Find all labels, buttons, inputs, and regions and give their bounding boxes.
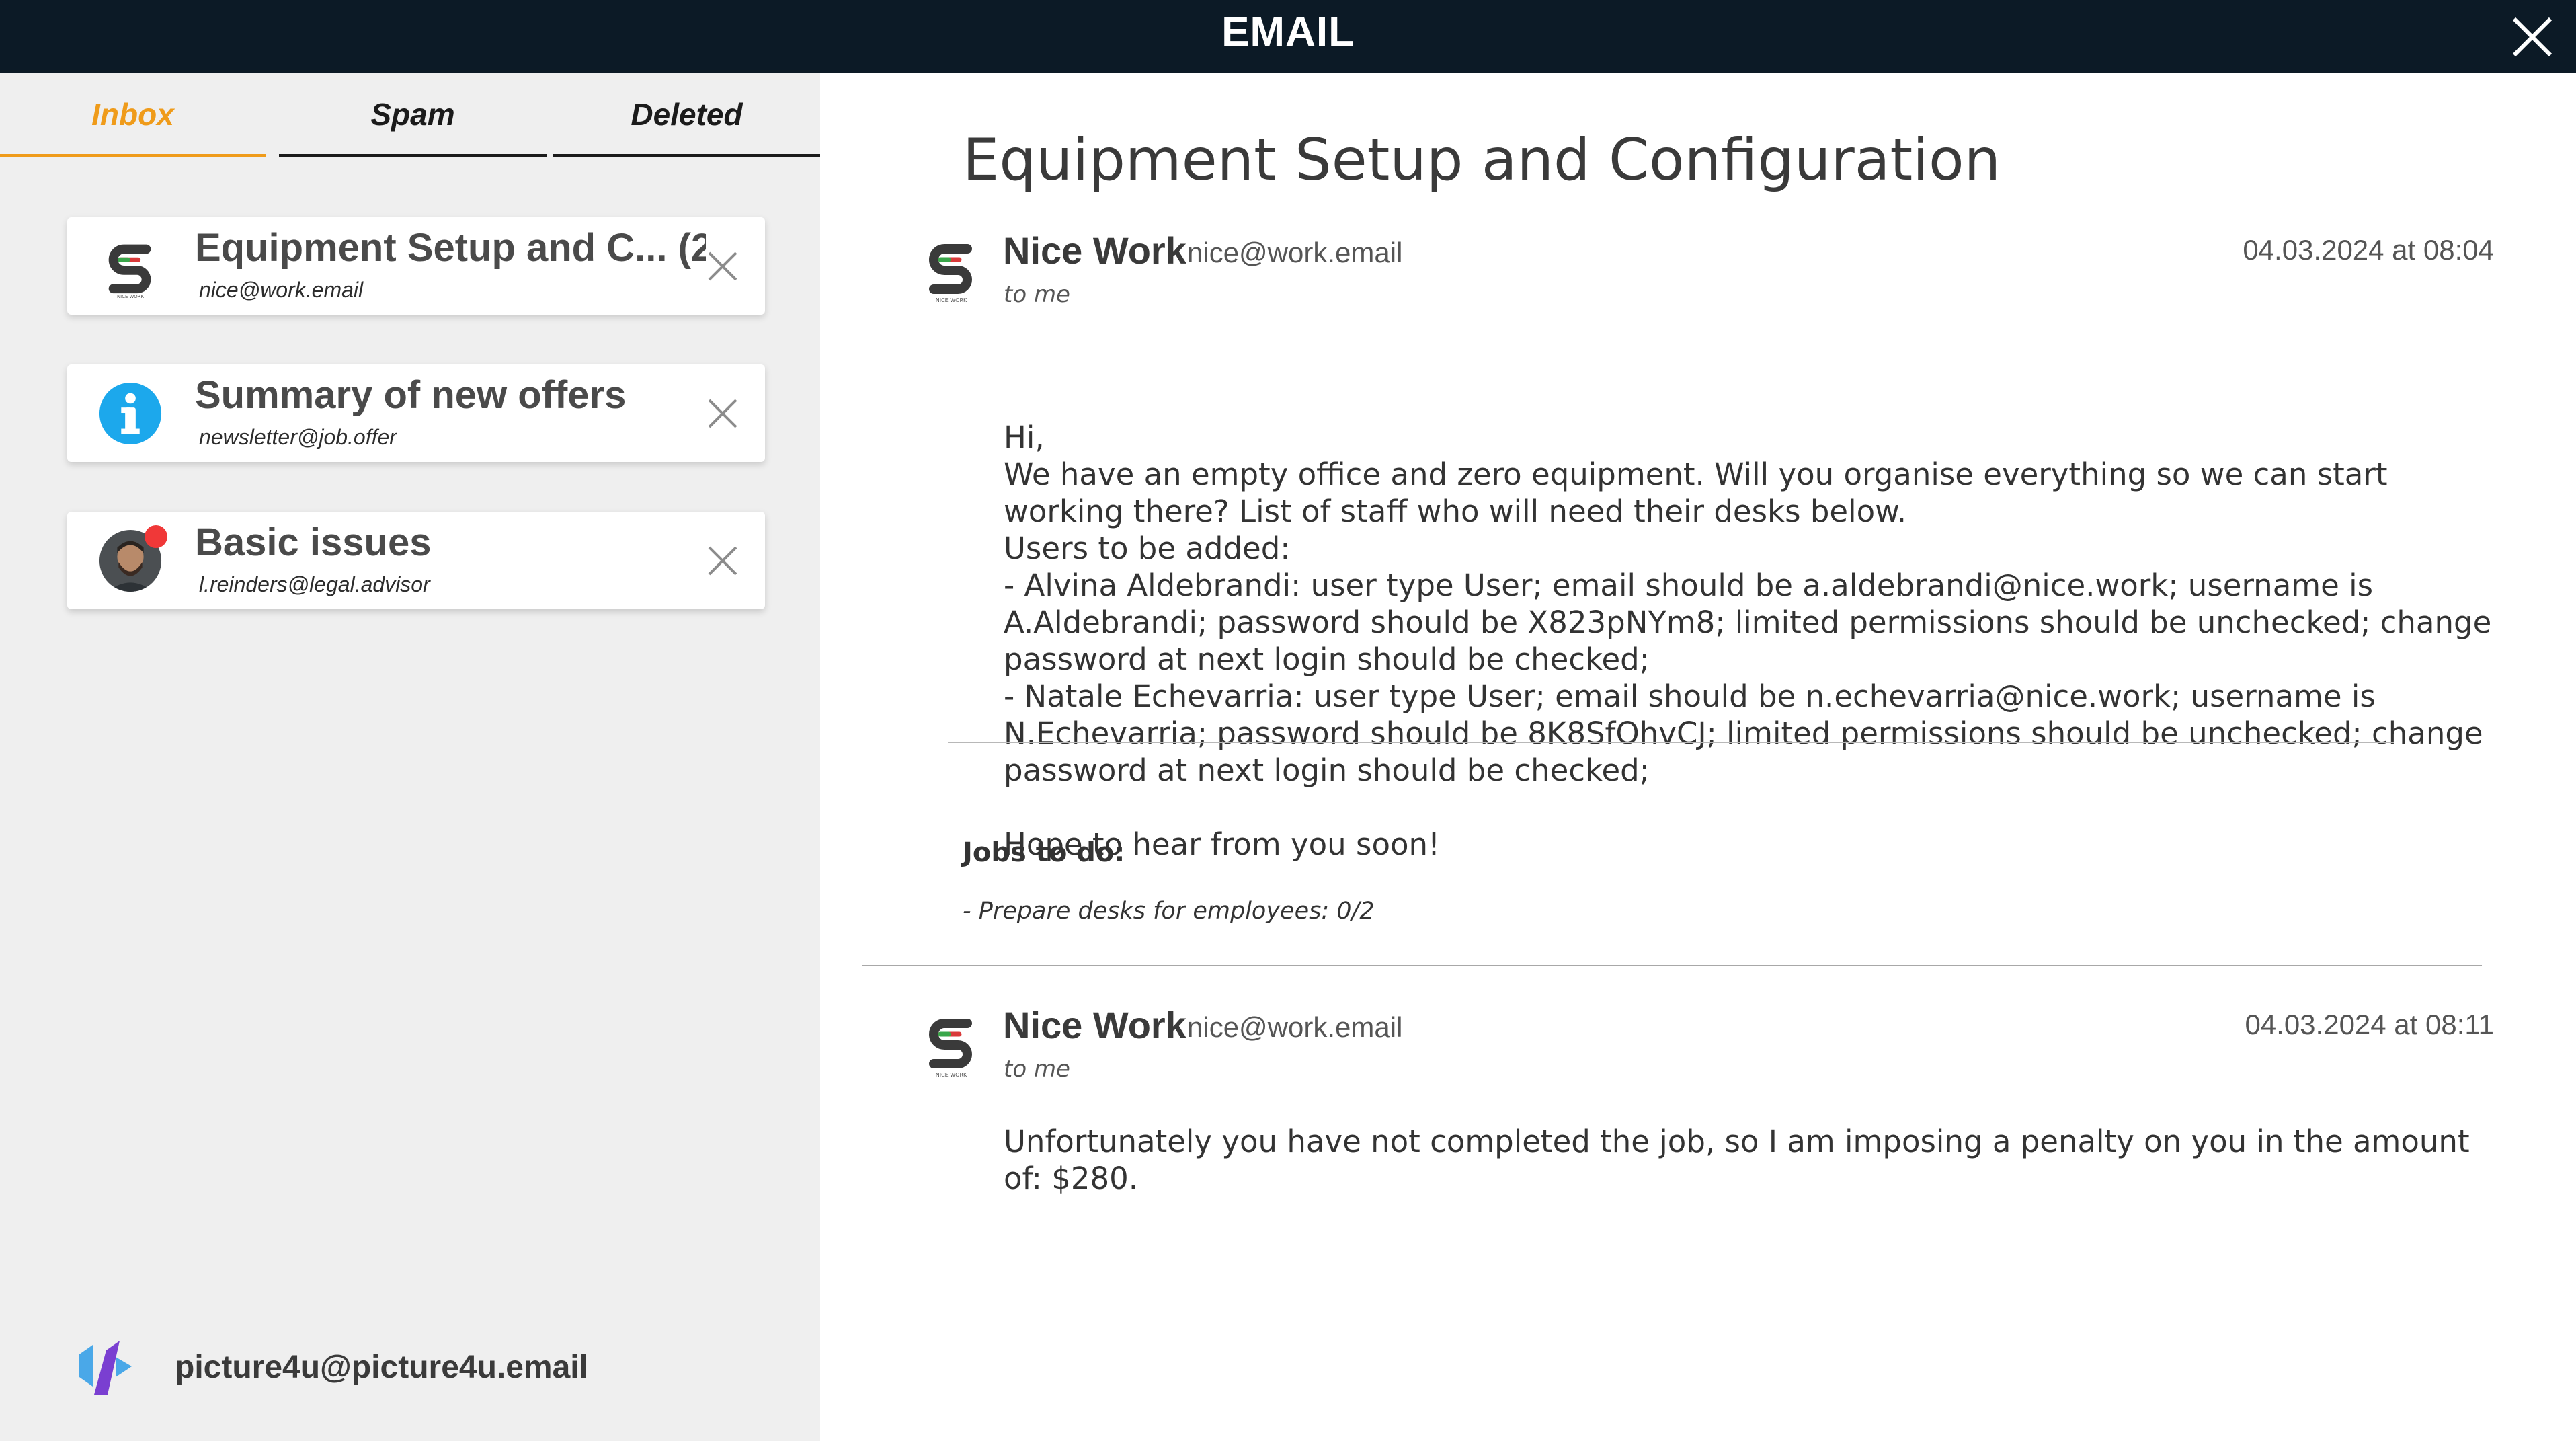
close-icon xyxy=(708,251,737,281)
mail-subject: Summary of new offers xyxy=(195,373,627,417)
tab-inbox[interactable]: Inbox xyxy=(0,73,266,157)
nice-work-logo: NICE WORK xyxy=(97,233,163,299)
sender-name: Nice Work xyxy=(1003,1004,1186,1046)
title-bar: EMAIL xyxy=(0,0,2576,73)
job-item: - Prepare desks for employees: 0/2 xyxy=(963,898,1375,925)
email-subject: Equipment Setup and Configuration xyxy=(963,126,2001,194)
close-icon xyxy=(2512,17,2552,57)
recipient: to me xyxy=(1004,281,1070,308)
delete-mail-button[interactable] xyxy=(704,247,741,285)
message-date: 04.03.2024 at 08:11 xyxy=(2245,1009,2494,1040)
divider xyxy=(948,742,2394,743)
mail-subject: Equipment Setup and C... (2) xyxy=(195,226,706,270)
sender-name: Nice Work xyxy=(1003,229,1186,272)
mail-sender: nice@work.email xyxy=(199,278,364,302)
jobs-title: Jobs to do: xyxy=(963,837,1125,868)
close-icon xyxy=(708,546,737,576)
mail-list: NICE WORK Equipment Setup and C... (2) n… xyxy=(67,217,766,659)
mail-item-basic-issues[interactable]: Basic issues l.reinders@legal.advisor xyxy=(67,512,765,609)
unread-indicator xyxy=(145,525,167,548)
message-divider xyxy=(862,965,2482,966)
account-email: picture4u@picture4u.email xyxy=(175,1350,588,1385)
svg-text:NICE WORK: NICE WORK xyxy=(936,297,967,303)
body-line: - Natale Echevarria: user type User; ema… xyxy=(1004,678,2483,788)
sender-email: nice@work.email xyxy=(1187,237,1403,268)
svg-text:NICE WORK: NICE WORK xyxy=(117,294,144,299)
body-line: Hope to hear from you soon! xyxy=(1004,826,1441,862)
delete-mail-button[interactable] xyxy=(704,542,741,580)
delete-mail-button[interactable] xyxy=(704,395,741,432)
sidebar: Inbox Spam Deleted NICE WORK Equipment S… xyxy=(0,73,820,1441)
recipient: to me xyxy=(1004,1056,1070,1083)
mail-item-summary-offers[interactable]: Summary of new offers newsletter@job.off… xyxy=(67,364,765,462)
body-line: Users to be added: xyxy=(1004,531,1291,566)
nice-work-logo: NICE WORK xyxy=(918,1009,985,1079)
info-icon xyxy=(97,381,163,446)
tab-spam[interactable]: Spam xyxy=(279,73,547,157)
mail-subject: Basic issues xyxy=(195,520,432,564)
sender-email: nice@work.email xyxy=(1187,1011,1403,1043)
body-line: - Alvina Aldebrandi: user type User; ema… xyxy=(1004,568,2492,677)
message-body: Unfortunately you have not completed the… xyxy=(1004,1123,2496,1197)
mail-sender: newsletter@job.offer xyxy=(199,425,397,449)
mail-item-equipment-setup[interactable]: NICE WORK Equipment Setup and C... (2) n… xyxy=(67,217,765,315)
body-line: Unfortunately you have not completed the… xyxy=(1004,1124,2470,1196)
person-avatar xyxy=(97,525,167,594)
reading-pane: Equipment Setup and Configuration NICE W… xyxy=(820,73,2576,1441)
body-line: Hi, xyxy=(1004,420,1045,455)
svg-text:NICE WORK: NICE WORK xyxy=(936,1072,967,1078)
folder-tabs: Inbox Spam Deleted xyxy=(0,73,820,160)
tab-deleted[interactable]: Deleted xyxy=(553,73,820,157)
mail-sender: l.reinders@legal.advisor xyxy=(199,572,430,596)
message-body: Hi, We have an empty office and zero equ… xyxy=(1004,419,2496,863)
close-button[interactable] xyxy=(2502,7,2563,67)
picture4u-logo xyxy=(67,1330,141,1404)
body-line: We have an empty office and zero equipme… xyxy=(1004,457,2388,529)
message-date: 04.03.2024 at 08:04 xyxy=(2243,234,2494,266)
close-icon xyxy=(708,399,737,428)
nice-work-logo: NICE WORK xyxy=(918,234,985,305)
app-title: EMAIL xyxy=(1221,9,1355,55)
